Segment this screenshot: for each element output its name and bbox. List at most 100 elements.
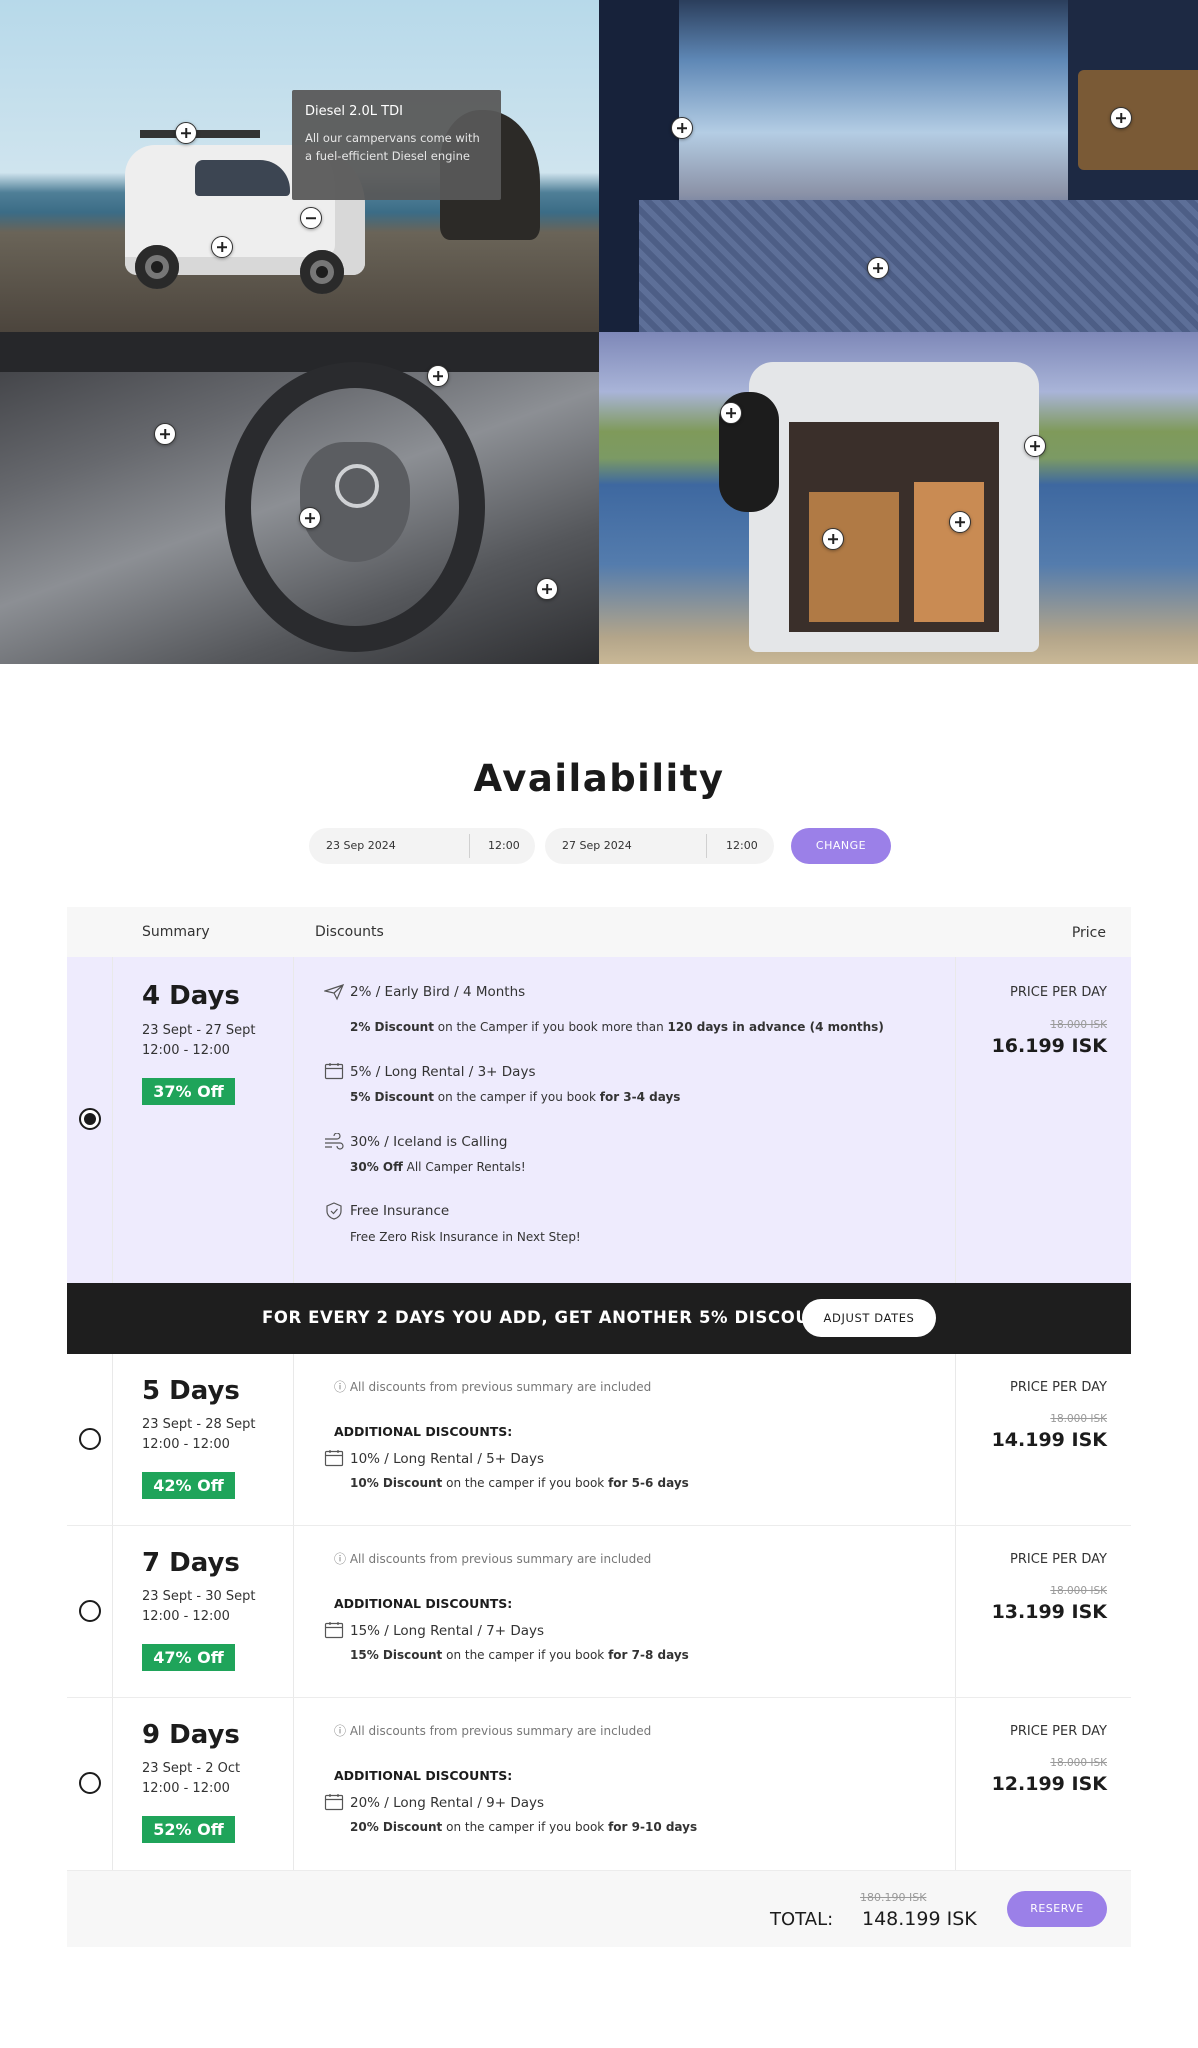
select-cell[interactable]	[67, 957, 113, 1283]
hotspot-plus-icon[interactable]	[427, 365, 449, 387]
hotspot-plus-icon[interactable]	[720, 402, 742, 424]
select-cell[interactable]	[67, 1354, 113, 1525]
discount-desc: Free Zero Risk Insurance in Next Step!	[350, 1230, 581, 1244]
hotspot-plus-icon[interactable]	[536, 578, 558, 600]
bed	[639, 200, 1198, 332]
price-per-day: 16.199 ISK	[991, 1035, 1107, 1057]
price-cell: PRICE PER DAY 18.000 ISK 16.199 ISK	[956, 957, 1131, 1283]
old-total: 180.190 ISK	[860, 1891, 927, 1904]
table-row[interactable]: 5 Days 23 Sept - 28 Sept 12:00 - 12:00 4…	[67, 1354, 1131, 1526]
discount-desc: 5% Discount on the camper if you book fo…	[350, 1090, 681, 1104]
discount-desc: 10% Discount on the camper if you book f…	[350, 1476, 689, 1490]
discount-badge: 52% Off	[142, 1816, 235, 1843]
reserve-button[interactable]: RESERVE	[1007, 1891, 1107, 1927]
gallery-photo-bed	[599, 0, 1198, 332]
hotspot-plus-icon[interactable]	[299, 507, 321, 529]
van-wheel	[300, 250, 344, 294]
discount-badge: 37% Off	[142, 1078, 235, 1105]
additional-discounts-heading: ADDITIONAL DISCOUNTS:	[334, 1424, 513, 1439]
hotspot-plus-icon[interactable]	[154, 423, 176, 445]
pickup-time[interactable]: 12:00	[488, 839, 520, 852]
photo-gallery: Diesel 2.0L TDI All our campervans come …	[0, 0, 1198, 664]
pickup-date[interactable]: 23 Sep 2024	[326, 839, 396, 852]
select-cell[interactable]	[67, 1698, 113, 1870]
adjust-dates-button[interactable]: ADJUST DATES	[802, 1299, 936, 1337]
info-note: ⓘ All discounts from previous summary ar…	[334, 1724, 652, 1738]
dropoff-date[interactable]: 27 Sep 2024	[562, 839, 632, 852]
info-icon: ⓘ	[334, 1552, 350, 1566]
wind-icon	[325, 1133, 344, 1150]
hotspot-minus-icon[interactable]	[300, 207, 322, 229]
header-discounts: Discounts	[315, 924, 384, 940]
gallery-photo-rear	[599, 332, 1198, 664]
discount-title: 15% / Long Rental / 7+ Days	[350, 1623, 545, 1639]
promo-banner: FOR EVERY 2 DAYS YOU ADD, GET ANOTHER 5%…	[67, 1283, 1131, 1354]
discounts-cell: ⓘ All discounts from previous summary ar…	[294, 1698, 956, 1870]
discount-badge: 42% Off	[142, 1472, 235, 1499]
rental-times: 12:00 - 12:00	[142, 1043, 230, 1058]
rental-days: 7 Days	[142, 1548, 240, 1578]
tooltip-body: All our campervans come with a fuel-effi…	[305, 131, 480, 163]
info-note: ⓘ All discounts from previous summary ar…	[334, 1552, 652, 1566]
select-cell[interactable]	[67, 1526, 113, 1697]
calendar-icon	[324, 1622, 344, 1639]
price-per-day-label: PRICE PER DAY	[1010, 1552, 1107, 1567]
vw-logo-icon	[335, 464, 379, 508]
roof-rack	[140, 130, 260, 138]
calendar-icon	[324, 1063, 344, 1080]
discount-title: 2% / Early Bird / 4 Months	[350, 984, 526, 1000]
discounts-cell: ⓘ All discounts from previous summary ar…	[294, 1526, 956, 1697]
dropoff-date-field[interactable]: 27 Sep 2024 12:00	[545, 828, 774, 864]
total-price: 148.199 ISK	[862, 1908, 977, 1930]
price-cell: PRICE PER DAY 18.000 ISK 12.199 ISK	[956, 1698, 1131, 1870]
hotspot-plus-icon[interactable]	[671, 117, 693, 139]
hotspot-plus-icon[interactable]	[211, 236, 233, 258]
rental-times: 12:00 - 12:00	[142, 1609, 230, 1624]
change-dates-button[interactable]: CHANGE	[791, 828, 891, 864]
info-icon: ⓘ	[334, 1380, 350, 1394]
old-price: 18.000 ISK	[1050, 1585, 1107, 1597]
discount-title: 10% / Long Rental / 5+ Days	[350, 1451, 545, 1467]
discounts-cell: 2% / Early Bird / 4 Months 2% Discount o…	[294, 957, 956, 1283]
rental-times: 12:00 - 12:00	[142, 1781, 230, 1796]
radio-unselected[interactable]	[79, 1428, 101, 1450]
rental-days: 5 Days	[142, 1376, 240, 1406]
discount-title: 5% / Long Rental / 3+ Days	[350, 1064, 536, 1080]
availability-title: Availability	[473, 757, 725, 800]
radio-unselected[interactable]	[79, 1772, 101, 1794]
rental-dates: 23 Sept - 2 Oct	[142, 1761, 241, 1776]
calendar-icon	[324, 1794, 344, 1811]
pickup-date-field[interactable]: 23 Sep 2024 12:00	[309, 828, 535, 864]
hotspot-plus-icon[interactable]	[1110, 107, 1132, 129]
dropoff-time[interactable]: 12:00	[726, 839, 758, 852]
discount-title: 20% / Long Rental / 9+ Days	[350, 1795, 545, 1811]
dashboard	[0, 332, 599, 372]
table-row[interactable]: 7 Days 23 Sept - 30 Sept 12:00 - 12:00 4…	[67, 1526, 1131, 1698]
table-row[interactable]: 4 Days 23 Sept - 27 Sept 12:00 - 12:00 3…	[67, 957, 1131, 1283]
rental-dates: 23 Sept - 27 Sept	[142, 1023, 256, 1038]
availability-table: Summary Discounts Price 4 Days 23 Sept -…	[67, 907, 1131, 1947]
price-per-day-label: PRICE PER DAY	[1010, 985, 1107, 1000]
discount-desc: 15% Discount on the camper if you book f…	[350, 1648, 689, 1662]
hotspot-plus-icon[interactable]	[1024, 435, 1046, 457]
discount-desc: 2% Discount on the Camper if you book mo…	[350, 1020, 884, 1034]
hotspot-plus-icon[interactable]	[949, 511, 971, 533]
hotspot-plus-icon[interactable]	[175, 122, 197, 144]
feature-tooltip: Diesel 2.0L TDI All our campervans come …	[292, 90, 501, 200]
info-icon: ⓘ	[334, 1724, 350, 1738]
price-per-day: 14.199 ISK	[991, 1429, 1107, 1451]
price-per-day: 13.199 ISK	[991, 1601, 1107, 1623]
table-header: Summary Discounts Price	[67, 907, 1131, 957]
price-cell: PRICE PER DAY 18.000 ISK 13.199 ISK	[956, 1526, 1131, 1697]
wooden-shelf	[1078, 70, 1198, 170]
kitchen-cabinet	[809, 492, 899, 622]
discounts-cell: ⓘ All discounts from previous summary ar…	[294, 1354, 956, 1525]
radio-unselected[interactable]	[79, 1600, 101, 1622]
hotspot-plus-icon[interactable]	[822, 528, 844, 550]
hotspot-plus-icon[interactable]	[867, 257, 889, 279]
discount-title: 30% / Iceland is Calling	[350, 1134, 508, 1150]
divider	[469, 834, 470, 858]
old-price: 18.000 ISK	[1050, 1019, 1107, 1031]
table-row[interactable]: 9 Days 23 Sept - 2 Oct 12:00 - 12:00 52%…	[67, 1698, 1131, 1871]
radio-selected[interactable]	[79, 1108, 101, 1130]
